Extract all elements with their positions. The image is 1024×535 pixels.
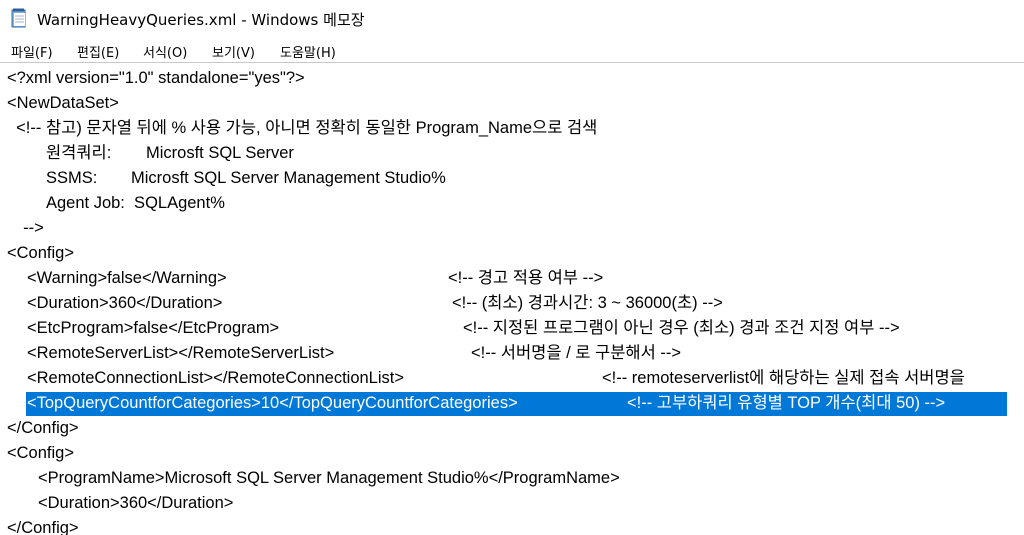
- editor-line: </Config>: [0, 416, 79, 441]
- editor-line: <?xml version="1.0" standalone="yes"?>: [0, 66, 305, 91]
- editor-line: <Config>: [0, 241, 74, 266]
- line-text: -->: [14, 219, 44, 237]
- line-comment: <!-- 경고 적용 여부 -->: [448, 269, 604, 287]
- line-text: <Warning>false</Warning>: [27, 269, 227, 287]
- line-text: <!-- 참고) 문자열 뒤에 % 사용 가능, 아니면 정확히 동일한 Pro…: [7, 119, 598, 137]
- editor-line: SSMS: Microsft SQL Server Management Stu…: [0, 166, 446, 191]
- editor-line: -->: [0, 216, 44, 241]
- text-editor[interactable]: <?xml version="1.0" standalone="yes"?> <…: [0, 62, 1024, 535]
- editor-line: <EtcProgram>false</EtcProgram> <!-- 지정된 …: [0, 316, 900, 341]
- line-text: Microsft SQL Server: [146, 144, 294, 162]
- menu-bar: 파일(F) 편집(E) 서식(O) 보기(V) 도움말(H): [0, 38, 1024, 62]
- notepad-icon: [11, 8, 26, 28]
- line-comment: <!-- 고부하쿼리 유형별 TOP 개수(최대 50) -->: [627, 394, 946, 412]
- line-text: 원격쿼리:: [46, 144, 112, 162]
- line-comment: <!-- remoteserverlist에 해당하는 실제 접속 서버명을: [602, 369, 965, 387]
- line-text: <?xml version="1.0" standalone="yes"?>: [7, 69, 305, 87]
- editor-line: <RemoteConnectionList></RemoteConnection…: [0, 366, 965, 391]
- editor-line: 원격쿼리: Microsft SQL Server: [0, 141, 294, 166]
- editor-line: <NewDataSet>: [0, 91, 119, 116]
- line-text: <NewDataSet>: [7, 94, 119, 112]
- editor-line: </Config>: [0, 516, 79, 535]
- line-text: <RemoteServerList></RemoteServerList>: [27, 344, 335, 362]
- line-text: <TopQueryCountforCategories>10</TopQuery…: [27, 394, 518, 412]
- menu-edit[interactable]: 편집(E): [75, 41, 121, 62]
- title-bar: WarningHeavyQueries.xml - Windows 메모장: [0, 0, 1024, 38]
- window-title: WarningHeavyQueries.xml - Windows 메모장: [37, 11, 365, 29]
- menu-view[interactable]: 보기(V): [210, 41, 257, 62]
- editor-line: <ProgramName>Microsoft SQL Server Manage…: [0, 466, 620, 491]
- line-text: Agent Job: SQLAgent%: [46, 194, 225, 212]
- menu-format[interactable]: 서식(O): [141, 41, 189, 62]
- editor-line: <Warning>false</Warning> <!-- 경고 적용 여부 -…: [0, 266, 603, 291]
- line-text: <Config>: [7, 244, 74, 262]
- line-text: <Duration>360</Duration>: [38, 494, 234, 512]
- line-text: </Config>: [7, 419, 79, 437]
- line-text: <Config>: [7, 444, 74, 462]
- editor-line: <!-- 참고) 문자열 뒤에 % 사용 가능, 아니면 정확히 동일한 Pro…: [0, 116, 597, 141]
- line-comment: <!-- 지정된 프로그램이 아닌 경우 (최소) 경과 조건 지정 여부 --…: [463, 319, 900, 337]
- line-text: </Config>: [7, 519, 79, 535]
- editor-line: <Duration>360</Duration> <!-- (최소) 경과시간:…: [0, 291, 723, 316]
- line-comment: <!-- (최소) 경과시간: 3 ~ 36000(초) -->: [452, 294, 723, 312]
- menu-help[interactable]: 도움말(H): [278, 41, 338, 62]
- editor-line: <Config>: [0, 441, 74, 466]
- line-text: Microsft SQL Server Management Studio%: [131, 169, 446, 187]
- line-text: <EtcProgram>false</EtcProgram>: [27, 319, 280, 337]
- line-comment: <!-- 서버명을 / 로 구분해서 -->: [471, 344, 681, 362]
- editor-line: Agent Job: SQLAgent%: [0, 191, 225, 216]
- line-text: <Duration>360</Duration>: [27, 294, 223, 312]
- menu-file[interactable]: 파일(F): [9, 41, 55, 62]
- line-text: <ProgramName>Microsoft SQL Server Manage…: [38, 469, 620, 487]
- line-text: SSMS:: [46, 169, 98, 187]
- line-text: <RemoteConnectionList></RemoteConnection…: [27, 369, 404, 387]
- editor-line: <Duration>360</Duration>: [0, 491, 233, 516]
- editor-line-selected: <TopQueryCountforCategories>10</TopQuery…: [0, 391, 1007, 416]
- editor-line: <RemoteServerList></RemoteServerList> <!…: [0, 341, 681, 366]
